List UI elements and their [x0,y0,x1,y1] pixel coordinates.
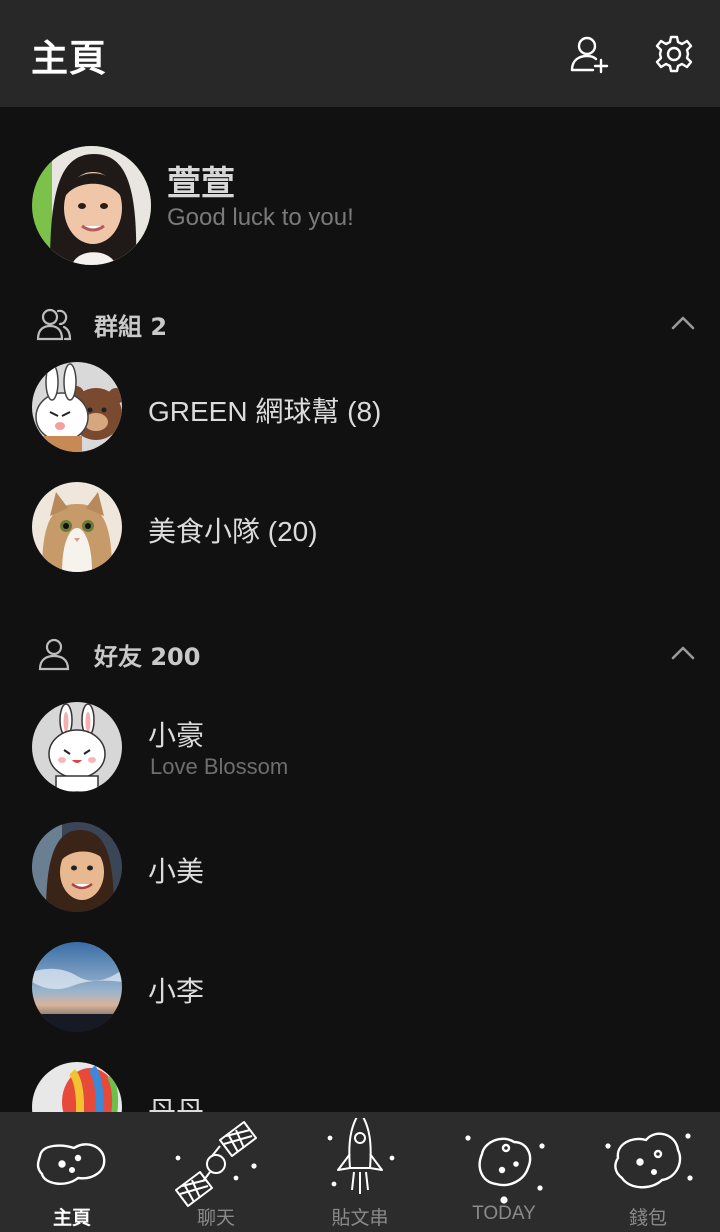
tab-label: 錢包 [628,1208,667,1229]
profile-status: Good luck to you! [167,204,354,231]
friend-status: Love Blossom [150,754,289,779]
my-profile[interactable]: 萱萱 Good luck to you! [32,146,692,266]
friend-row[interactable]: 小美 [32,822,692,914]
asteroid-icon [36,1143,106,1185]
chevron-up-icon[interactable] [670,645,696,661]
tab-label: 主頁 [52,1208,91,1229]
rocket-icon [327,1118,395,1194]
avatar [32,482,122,572]
groups-label: 群組 2 [94,313,168,341]
asteroid-icon [605,1132,693,1189]
tab-today[interactable]: TODAY [432,1112,576,1232]
bottom-tab-bar: 主頁 聊天 貼文串 TODAY 錢包 [0,1112,720,1232]
avatar [32,146,151,265]
tab-label: 貼文串 [331,1208,389,1229]
group-row[interactable]: 美食小隊 (20) [32,482,692,574]
tab-home[interactable]: 主頁 [0,1112,144,1232]
tab-label: 聊天 [196,1208,235,1229]
groups-section-header[interactable]: 群組 2 [36,305,696,345]
header-bar: 主頁 [0,0,720,107]
add-friend-icon[interactable] [569,34,609,74]
gear-icon[interactable] [654,34,694,74]
tab-timeline[interactable]: 貼文串 [288,1112,432,1232]
friend-name: 小豪 [148,720,205,751]
tab-wallet[interactable]: 錢包 [576,1112,720,1232]
satellite-icon [175,1121,257,1207]
chevron-up-icon[interactable] [670,315,696,331]
friends-section-header[interactable]: 好友 200 [36,635,696,675]
group-name: 美食小隊 (20) [148,516,318,547]
group-icon [36,308,72,341]
asteroid-icon [465,1135,545,1204]
tab-chats[interactable]: 聊天 [144,1112,288,1232]
avatar [32,702,122,792]
friend-name: 小李 [148,976,205,1007]
person-icon [38,638,70,671]
group-name: GREEN 網球幫 (8) [148,396,382,427]
avatar [32,942,122,1032]
avatar [32,362,122,452]
tab-label: TODAY [472,1203,536,1224]
friend-name: 小美 [148,856,205,887]
friends-label: 好友 200 [94,643,201,671]
group-row[interactable]: GREEN 網球幫 (8) [32,362,692,454]
avatar [32,822,122,912]
friend-row[interactable]: 小豪 Love Blossom [32,702,692,794]
page-title: 主頁 [31,37,107,80]
profile-name: 萱萱 [167,164,235,204]
friend-row[interactable]: 小李 [32,942,692,1034]
